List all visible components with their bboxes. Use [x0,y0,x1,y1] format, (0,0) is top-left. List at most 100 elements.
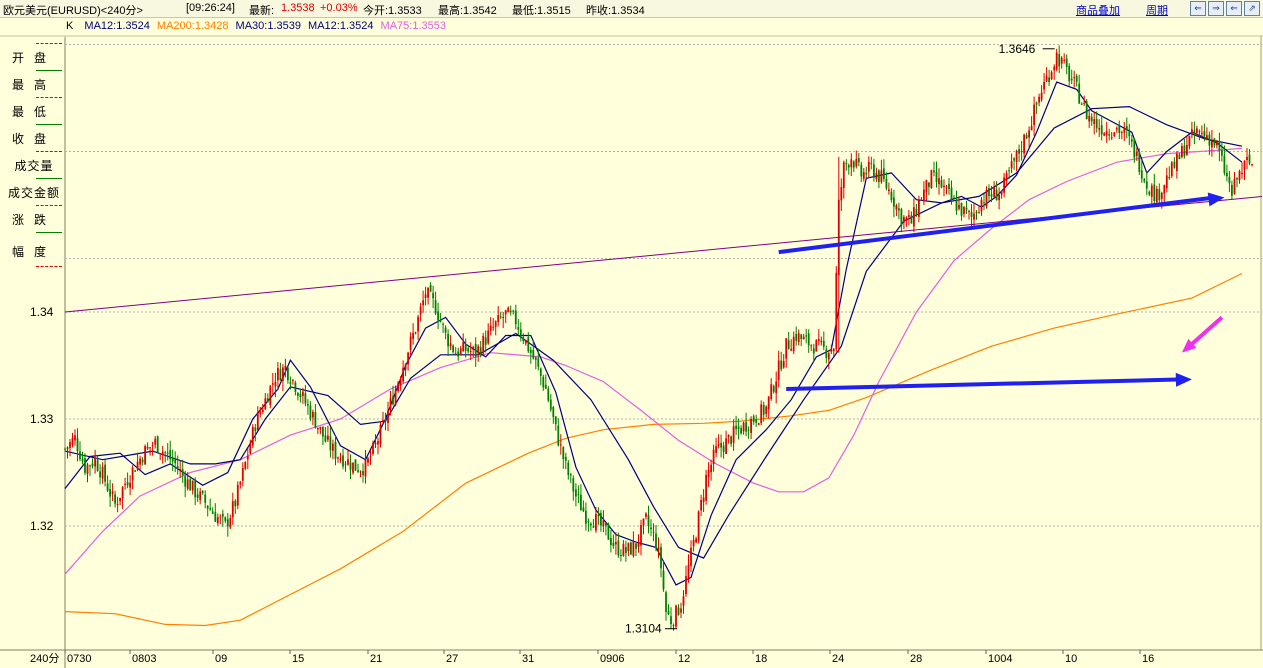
candle-body [607,523,610,540]
candle-body [1188,135,1191,147]
candle-body [549,399,552,410]
candle-body [407,352,409,365]
candle-body [322,426,324,437]
candle-body [592,526,595,528]
candle-body [800,334,803,339]
candle-body [1018,149,1020,154]
candle-body [494,321,497,327]
candle-body [812,348,815,354]
candle-body [1138,151,1141,172]
candle-body [359,471,362,473]
candle-body [256,412,259,431]
scroll-left-button[interactable]: ⇐ [1190,1,1206,16]
trendline-support [778,195,1215,255]
candle-body [149,447,151,449]
candle-body [527,337,530,352]
candle-body [1248,154,1251,164]
candle-body [1113,132,1116,136]
candle-body [685,576,687,595]
candle-body [219,516,222,518]
candle-body [1201,133,1203,135]
candle-body [327,435,329,440]
candle-body [209,508,212,510]
candle-body [873,164,875,178]
y-tick-label: 1.33 [30,412,54,426]
candle-body [805,335,808,337]
candle-body [337,457,339,459]
candle-body [953,197,955,199]
candle-body [632,541,635,556]
candle-body [622,543,625,556]
candle-body [562,447,565,459]
candle-body [136,461,139,470]
candle-body [1173,161,1176,168]
candle-body [575,489,577,497]
marker-arrow-head [1181,338,1197,353]
candle-body [928,182,930,187]
ma-legend: K MA12:1.3524 MA200:1.3428 MA30:1.3539 M… [66,20,446,32]
side-volume: 成交量 [14,159,54,173]
candle-body [960,203,963,216]
candle-body [274,381,277,387]
candle-body [978,212,980,214]
candle-body [918,200,920,217]
candle-body [750,419,752,433]
candle-body [1155,188,1158,203]
ma-line-ma12 [64,81,1243,586]
candle-body [166,452,169,454]
candle-body [612,542,615,546]
candle-body [264,398,267,409]
x-tick-label: 15 [292,653,304,665]
candle-body [757,423,760,425]
candle-body [1108,133,1111,136]
candle-body [379,424,382,445]
candle-body [903,217,905,223]
zoom-button[interactable]: ⇐ [1226,1,1242,16]
candle-body [1160,192,1163,199]
candle-body [1105,130,1108,136]
candle-body [76,438,79,451]
candle-body [1125,126,1128,131]
candle-body [357,470,359,472]
period-label: 240分 [30,652,59,665]
candle-body [830,349,833,352]
candle-body [1218,141,1221,151]
candle-body [602,520,605,526]
candle-body [965,207,968,210]
candle-body [807,333,810,346]
candle-body [652,531,655,533]
candle-body [898,208,900,211]
candle-body [164,452,167,454]
candle-body [1078,83,1081,104]
candle-body [332,443,334,451]
candle-body [474,344,477,357]
candle-body [677,607,680,615]
candle-body [569,474,572,476]
candle-body [577,493,580,495]
candle-body [372,443,374,454]
price-chart[interactable]: 1.32 1.33 1.34 240分 0730 0803 09 15 21 27 31 0906 1… [0,0,1263,668]
candle-body [422,300,424,306]
candle-body [404,364,407,370]
expand-button[interactable]: ⇗ [1244,1,1260,16]
candle-body [712,449,715,464]
candle-body [86,464,89,474]
candle-body [199,491,202,500]
side-change: 涨跌 [11,213,56,227]
candle-body [419,306,422,315]
overlay-link[interactable]: 商品叠加 [1076,2,1120,18]
candle-body [81,458,84,462]
candle-body [735,425,737,430]
candle-body [269,385,272,405]
candle-body [605,523,607,526]
candle-body [1030,126,1033,131]
candle-body [101,466,104,479]
scroll-right-button[interactable]: ⇒ [1208,1,1224,16]
candle-body [1110,137,1113,139]
side-amount: 成交金额 [7,186,60,200]
candle-body [1033,104,1035,126]
candle-body [266,398,269,403]
candle-body [302,391,304,396]
period-link[interactable]: 周期 [1146,2,1168,18]
candle-body [442,323,444,325]
